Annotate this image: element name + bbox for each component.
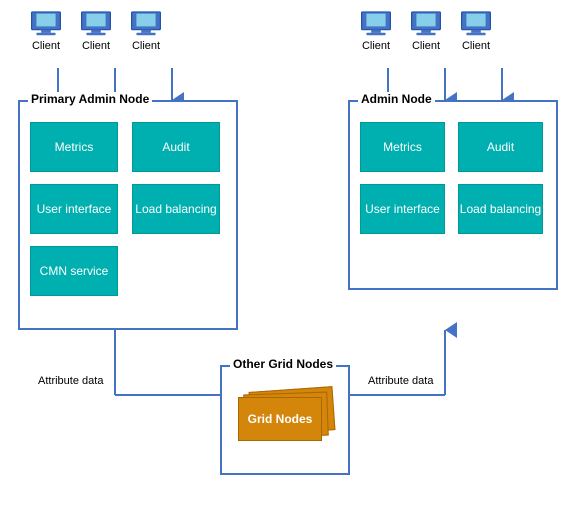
user-interface-tile-admin: User interface bbox=[360, 184, 445, 234]
client-label: Client bbox=[82, 40, 110, 52]
client-label: Client bbox=[462, 40, 490, 52]
client-item: Client bbox=[80, 10, 112, 52]
primary-admin-node-title: Primary Admin Node bbox=[28, 92, 152, 106]
load-balancing-tile-primary: Load balancing bbox=[132, 184, 220, 234]
metrics-tile-admin: Metrics bbox=[360, 122, 445, 172]
other-grid-nodes-title: Other Grid Nodes bbox=[230, 357, 336, 371]
left-client-group: Client Client Client bbox=[30, 10, 162, 52]
client-item: Client bbox=[460, 10, 492, 52]
client-icon bbox=[80, 10, 112, 38]
cmn-service-tile-primary: CMN service bbox=[30, 246, 118, 296]
admin-node-box: Admin Node Metrics Audit User interface … bbox=[348, 100, 558, 290]
audit-tile-primary: Audit bbox=[132, 122, 220, 172]
user-interface-tile-primary: User interface bbox=[30, 184, 118, 234]
primary-admin-node-box: Primary Admin Node Metrics Audit User in… bbox=[18, 100, 238, 330]
client-item: Client bbox=[360, 10, 392, 52]
client-item: Client bbox=[130, 10, 162, 52]
client-item: Client bbox=[410, 10, 442, 52]
attribute-data-label-left: Attribute data bbox=[38, 375, 103, 387]
admin-node-title: Admin Node bbox=[358, 92, 435, 106]
diagram: Client Client Client bbox=[0, 0, 572, 530]
client-item: Client bbox=[30, 10, 62, 52]
client-icon bbox=[130, 10, 162, 38]
client-icon bbox=[460, 10, 492, 38]
other-grid-nodes-box: Other Grid Nodes Grid Nodes bbox=[220, 365, 350, 475]
grid-node-card-front: Grid Nodes bbox=[238, 397, 322, 441]
client-label: Client bbox=[412, 40, 440, 52]
client-icon bbox=[360, 10, 392, 38]
client-label: Client bbox=[132, 40, 160, 52]
audit-tile-admin: Audit bbox=[458, 122, 543, 172]
attribute-data-label-right: Attribute data bbox=[368, 375, 433, 387]
metrics-tile-primary: Metrics bbox=[30, 122, 118, 172]
client-icon bbox=[410, 10, 442, 38]
client-label: Client bbox=[32, 40, 60, 52]
right-client-group: Client Client Client bbox=[360, 10, 492, 52]
client-label: Client bbox=[362, 40, 390, 52]
load-balancing-tile-admin: Load balancing bbox=[458, 184, 543, 234]
client-icon bbox=[30, 10, 62, 38]
